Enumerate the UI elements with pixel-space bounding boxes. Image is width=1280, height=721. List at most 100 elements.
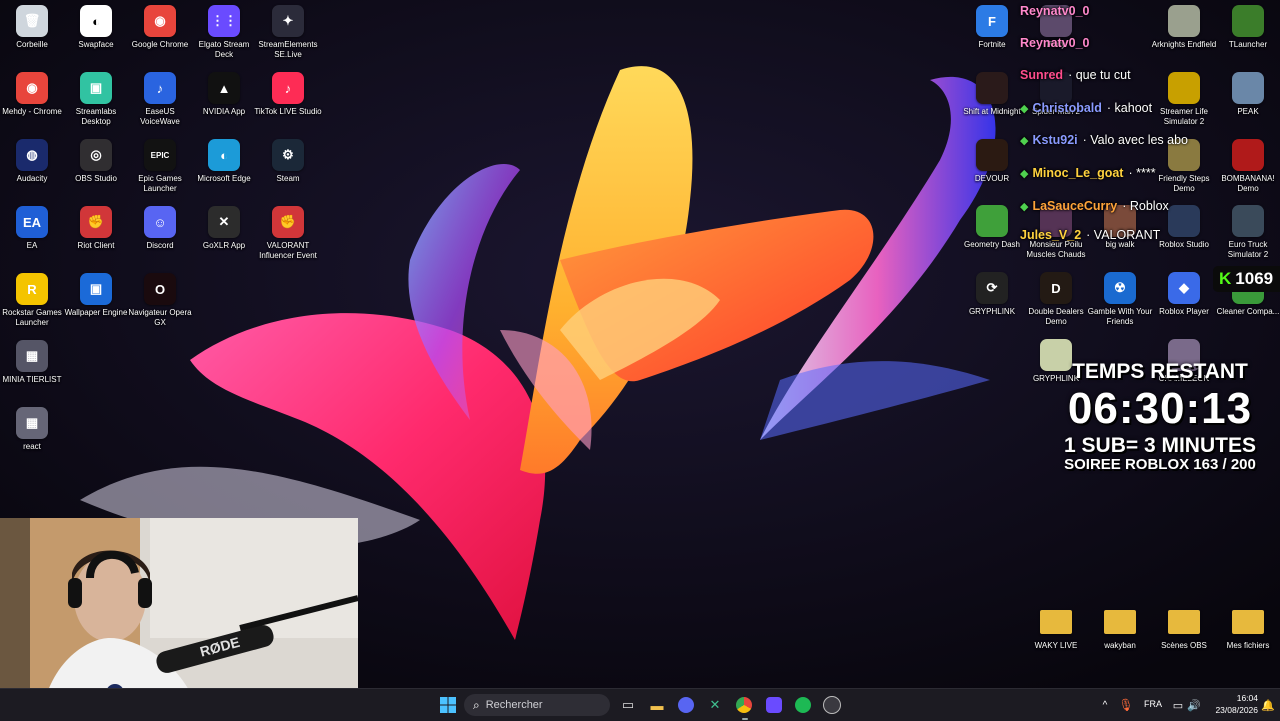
- rockstar-games-launcher-icon: R: [16, 273, 48, 305]
- desktop-icon-easeus-voicewave[interactable]: ♪ EaseUS VoiceWave: [128, 72, 192, 127]
- desktop-icon-obs-studio[interactable]: ◎ OBS Studio: [64, 139, 128, 184]
- clock[interactable]: 16:04 23/08/2026: [1202, 692, 1258, 716]
- goxlr-taskbar-icon[interactable]: ✕: [705, 695, 725, 715]
- desktop-icon-react[interactable]: ▦ react: [0, 407, 64, 452]
- desktop-icon-streamelements-se-live[interactable]: ✦ StreamElements SE.Live: [256, 5, 320, 60]
- desktop-icon-tlauncher[interactable]: TLauncher: [1216, 5, 1280, 50]
- desktop-icon-label: Navigateur Opera GX: [128, 308, 192, 327]
- discord-icon: ☺: [144, 206, 176, 238]
- task-view-icon[interactable]: ▭: [618, 695, 638, 715]
- chevron-up-icon[interactable]: ^: [1095, 695, 1115, 715]
- chat-message: Reynatv0_0: [1020, 36, 1095, 50]
- desktop-icon-label: DEVOUR: [974, 174, 1010, 183]
- desktop-icon-goxlr-app[interactable]: ✕ GoXLR App: [192, 206, 256, 251]
- tiktok-live-studio-icon: ♪: [272, 72, 304, 104]
- elgato-stream-deck-icon: ⋮⋮: [208, 5, 240, 37]
- streamdeck-taskbar-icon[interactable]: [764, 695, 784, 715]
- start-button[interactable]: [438, 695, 458, 715]
- desktop-icon-label: Scènes OBS: [1161, 641, 1207, 650]
- chat-username: Christobald: [1032, 101, 1102, 115]
- nvidia-app-icon: ▲: [208, 72, 240, 104]
- desktop-icon-gamble-with-your-friends[interactable]: ☢ Gamble With Your Friends: [1088, 272, 1152, 327]
- desktop-icon-fortnite[interactable]: F Fortnite: [960, 5, 1024, 50]
- desktop-icon-waky-live[interactable]: WAKY LIVE: [1024, 606, 1088, 651]
- desktop-icon-label: NVIDIA App: [202, 107, 246, 116]
- desktop-icon-label: Rockstar Games Launcher: [2, 308, 62, 327]
- valorant-influencer-event-icon: ✊: [272, 206, 304, 238]
- desktop-icon-audacity[interactable]: ◍ Audacity: [0, 139, 64, 184]
- desktop-icon-discord[interactable]: ☺ Discord: [128, 206, 192, 251]
- windows-icon: [440, 697, 456, 713]
- desktop-icon-riot-client[interactable]: ✊ Riot Client: [64, 206, 128, 251]
- obs-taskbar-icon[interactable]: [822, 695, 842, 715]
- goxlr-app-icon: ✕: [208, 206, 240, 238]
- desktop-icon-label: Shift at Midnight: [963, 107, 1021, 116]
- file-explorer-icon[interactable]: ▬: [647, 695, 667, 715]
- desktop-icon-valorant-influencer-event[interactable]: ✊ VALORANT Influencer Event: [256, 206, 320, 261]
- microsoft-edge-icon: ◐: [208, 139, 240, 171]
- desktop-icon-epic-games-launcher[interactable]: EPIC Epic Games Launcher: [128, 139, 192, 194]
- desktop-icon-rockstar-games-launcher[interactable]: R Rockstar Games Launcher: [0, 273, 64, 328]
- desktop-icon-friendly-steps-demo[interactable]: Friendly Steps Demo: [1152, 139, 1216, 194]
- desktop-icon-swapface[interactable]: ◐ Swapface: [64, 5, 128, 50]
- desktop-icon-bombanana-demo[interactable]: BOMBANANA! Demo: [1216, 139, 1280, 194]
- language-indicator[interactable]: FRA: [1144, 699, 1162, 709]
- desktop-icon-ea[interactable]: EA EA: [0, 206, 64, 251]
- desktop-icon-devour[interactable]: DEVOUR: [960, 139, 1024, 184]
- desktop-icon-euro-truck-simulator-2[interactable]: Euro Truck Simulator 2: [1216, 205, 1280, 260]
- corbeille-icon: 🗑: [16, 5, 48, 37]
- desktop-icon-navigateur-opera-gx[interactable]: O Navigateur Opera GX: [128, 273, 192, 328]
- desktop-icon-label: Streamer Life Simulator 2: [1159, 107, 1209, 126]
- desktop-icon-label: VALORANT Influencer Event: [259, 241, 317, 260]
- desktop-icon-double-dealers-demo[interactable]: D Double Dealers Demo: [1024, 272, 1088, 327]
- desktop-icon-wallpaper-engine[interactable]: ▣ Wallpaper Engine: [64, 273, 128, 318]
- desktop-icon-sc-nes-obs[interactable]: Scènes OBS: [1152, 606, 1216, 651]
- chat-username: Reynatv0_0: [1020, 36, 1090, 50]
- desktop-icon-label: Cleaner Compa...: [1216, 307, 1280, 316]
- spotify-taskbar-icon[interactable]: [793, 695, 813, 715]
- desktop-icon-microsoft-edge[interactable]: ◐ Microsoft Edge: [192, 139, 256, 184]
- chat-message: ◆ Kstu92i · Valo avec les abo: [1020, 133, 1188, 147]
- double-dealers-demo-icon: D: [1040, 272, 1072, 304]
- chat-text: · VALORANT: [1086, 228, 1161, 242]
- streamlabs-desktop-icon: ▣: [80, 72, 112, 104]
- volume-icon[interactable]: 🔊: [1184, 695, 1204, 715]
- desktop-icon-wakyban[interactable]: wakyban: [1088, 606, 1152, 651]
- desktop-icon-corbeille[interactable]: 🗑 Corbeille: [0, 5, 64, 50]
- chat-username: Kstu92i: [1032, 133, 1078, 147]
- search-box[interactable]: ⌕ Rechercher: [464, 694, 610, 716]
- desktop-icon-gryphlink[interactable]: ⟳ GRYPHLINK: [960, 272, 1024, 317]
- riot-client-icon: ✊: [80, 206, 112, 238]
- desktop-icon-arknights-endfield[interactable]: Arknights Endfield: [1152, 5, 1216, 50]
- notification-bell-icon[interactable]: 🔔: [1258, 695, 1278, 715]
- desktop-icon-minia-tierlist[interactable]: ▦ MINIA TIERLIST: [0, 340, 64, 385]
- discord-taskbar-icon[interactable]: [676, 695, 696, 715]
- chat-text: · kahoot: [1106, 101, 1153, 115]
- chat-text: · ****: [1128, 166, 1156, 180]
- viewer-count: 1069: [1235, 269, 1274, 288]
- desktop-icon-mes-fichiers[interactable]: Mes fichiers: [1216, 606, 1280, 651]
- desktop-icon-tiktok-live-studio[interactable]: ♪ TikTok LIVE Studio: [254, 72, 322, 117]
- desktop-icon-nvidia-app[interactable]: ▲ NVIDIA App: [192, 72, 256, 117]
- desktop-icon-streamlabs-desktop[interactable]: ▣ Streamlabs Desktop: [64, 72, 128, 127]
- desktop-icon-peak[interactable]: PEAK: [1216, 72, 1280, 117]
- desktop-icon-roblox-player[interactable]: ◆ Roblox Player: [1152, 272, 1216, 317]
- chat-message: ◆ Christobald · kahoot: [1020, 101, 1152, 115]
- chrome-taskbar-icon[interactable]: [734, 695, 754, 715]
- desktop-icon-google-chrome[interactable]: ◉ Google Chrome: [128, 5, 192, 50]
- gryphlink-icon: ⟳: [976, 272, 1008, 304]
- desktop-icon-label: Geometry Dash: [963, 240, 1021, 249]
- desktop-icon-label: EA: [26, 241, 38, 250]
- desktop-icon-geometry-dash[interactable]: Geometry Dash: [960, 205, 1024, 250]
- desktop-icon-label: Double Dealers Demo: [1028, 307, 1084, 326]
- desktop-icon-streamer-life-simulator-2[interactable]: Streamer Life Simulator 2: [1152, 72, 1216, 127]
- desktop-icon-steam[interactable]: ⚙ Steam: [256, 139, 320, 184]
- desktop-icon-label: TikTok LIVE Studio: [254, 107, 322, 116]
- desktop-icon-shift-at-midnight[interactable]: Shift at Midnight: [960, 72, 1024, 117]
- desktop-icon-elgato-stream-deck[interactable]: ⋮⋮ Elgato Stream Deck: [192, 5, 256, 60]
- steam-icon: ⚙: [272, 139, 304, 171]
- kick-icon: K: [1219, 269, 1232, 288]
- microphone-icon[interactable]: 🎙: [1116, 695, 1136, 715]
- desktop-icon-mehdy-chrome[interactable]: ◉ Mehdy - Chrome: [0, 72, 64, 117]
- diamond-badge-icon: ◆: [1020, 167, 1029, 180]
